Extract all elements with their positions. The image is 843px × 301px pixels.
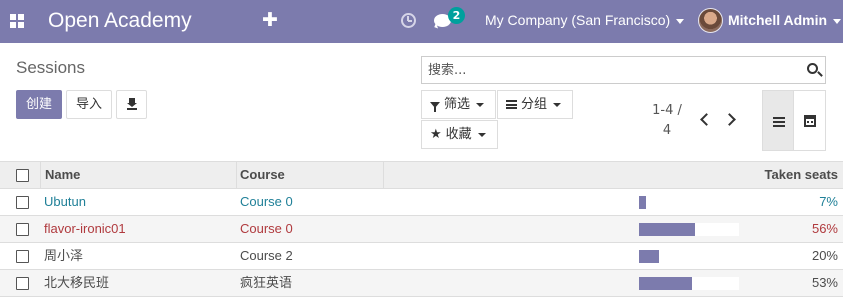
- column-name-header[interactable]: Name: [45, 162, 80, 189]
- session-name: 北大移民班: [44, 275, 110, 290]
- user-name: Mitchell Admin: [728, 12, 828, 28]
- column-course-header[interactable]: Course: [240, 162, 285, 189]
- row-checkbox[interactable]: [16, 223, 29, 236]
- session-name: 周小泽: [44, 248, 84, 263]
- taken-seats-bar: [639, 277, 739, 290]
- table-row[interactable]: Ubutun Course 0 7%: [0, 189, 843, 216]
- company-name: My Company (San Francisco): [485, 12, 671, 28]
- session-name: Ubutun: [44, 194, 86, 209]
- company-switcher[interactable]: My Company (San Francisco): [485, 12, 685, 28]
- taken-seats-bar: [639, 223, 739, 236]
- import-button[interactable]: 导入: [66, 90, 112, 119]
- export-button[interactable]: [116, 90, 147, 119]
- taken-seats-value: 20%: [811, 248, 838, 263]
- app-brand[interactable]: Open Academy: [48, 8, 192, 34]
- search-icon[interactable]: [807, 63, 818, 74]
- calendar-icon: [804, 115, 816, 127]
- taken-seats-fill: [639, 196, 646, 209]
- taken-seats-value: 7%: [819, 194, 838, 209]
- favorites-label: 收藏: [445, 127, 472, 142]
- select-all-checkbox[interactable]: [16, 169, 29, 182]
- calendar-view-button[interactable]: [793, 90, 826, 151]
- chevron-down-icon: [476, 102, 485, 107]
- chevron-down-icon: [833, 18, 842, 24]
- user-avatar[interactable]: [698, 8, 723, 33]
- chevron-down-icon: [553, 102, 562, 107]
- search-input[interactable]: [422, 57, 792, 83]
- table-row[interactable]: 北大移民班 疯狂英语 53%: [0, 270, 843, 297]
- session-course: Course 2: [240, 248, 293, 263]
- table-header: Name Course Taken seats: [0, 161, 843, 189]
- groupby-label: 分组: [521, 97, 548, 112]
- favorites-button[interactable]: ★ 收藏: [421, 120, 498, 149]
- top-navbar: Open Academy ✚ 2 My Company (San Francis…: [0, 0, 843, 43]
- session-name: flavor-ironic01: [44, 221, 126, 236]
- session-course: Course 0: [240, 221, 293, 236]
- filter-icon: [430, 101, 440, 112]
- filters-label: 筛选: [444, 97, 471, 112]
- taken-seats-fill: [639, 223, 695, 236]
- pager-total: 4: [662, 123, 672, 138]
- taken-seats-fill: [639, 250, 659, 263]
- star-icon: ★: [430, 127, 442, 142]
- row-checkbox[interactable]: [16, 250, 29, 263]
- apps-menu-icon[interactable]: [10, 14, 24, 28]
- filters-button[interactable]: 筛选: [421, 90, 496, 119]
- taken-seats-value: 53%: [811, 275, 838, 290]
- download-icon: [126, 98, 137, 110]
- page-title: Sessions: [16, 58, 85, 77]
- chat-count-badge: 2: [448, 7, 465, 24]
- create-button[interactable]: 创建: [16, 90, 62, 119]
- table-row[interactable]: 周小泽 Course 2 20%: [0, 243, 843, 270]
- session-course: 疯狂英语: [240, 275, 293, 290]
- pager-value[interactable]: 1-4 / 4: [650, 101, 684, 141]
- taken-seats-bar: [639, 250, 739, 263]
- column-taken-seats-header[interactable]: Taken seats: [765, 162, 838, 189]
- search-box: [421, 56, 826, 84]
- groupby-button[interactable]: 分组: [497, 90, 573, 119]
- user-menu[interactable]: Mitchell Admin: [728, 12, 842, 28]
- list-icon: [773, 117, 785, 127]
- session-course: Course 0: [240, 194, 293, 209]
- list-view-button[interactable]: [762, 90, 795, 151]
- taken-seats-bar: [639, 196, 739, 209]
- row-checkbox[interactable]: [16, 277, 29, 290]
- pager-next-icon[interactable]: [723, 113, 736, 126]
- table-row[interactable]: flavor-ironic01 Course 0 56%: [0, 216, 843, 243]
- chevron-down-icon: [477, 132, 486, 137]
- row-checkbox[interactable]: [16, 196, 29, 209]
- chevron-down-icon: [676, 18, 685, 24]
- pager-range: 1-4 /: [652, 103, 682, 118]
- pager-previous-icon[interactable]: [700, 113, 713, 126]
- taken-seats-fill: [639, 277, 692, 290]
- quick-create-icon[interactable]: ✚: [262, 10, 278, 30]
- taken-seats-value: 56%: [811, 221, 838, 236]
- activity-clock-icon[interactable]: [401, 13, 416, 28]
- group-by-icon: [506, 100, 517, 109]
